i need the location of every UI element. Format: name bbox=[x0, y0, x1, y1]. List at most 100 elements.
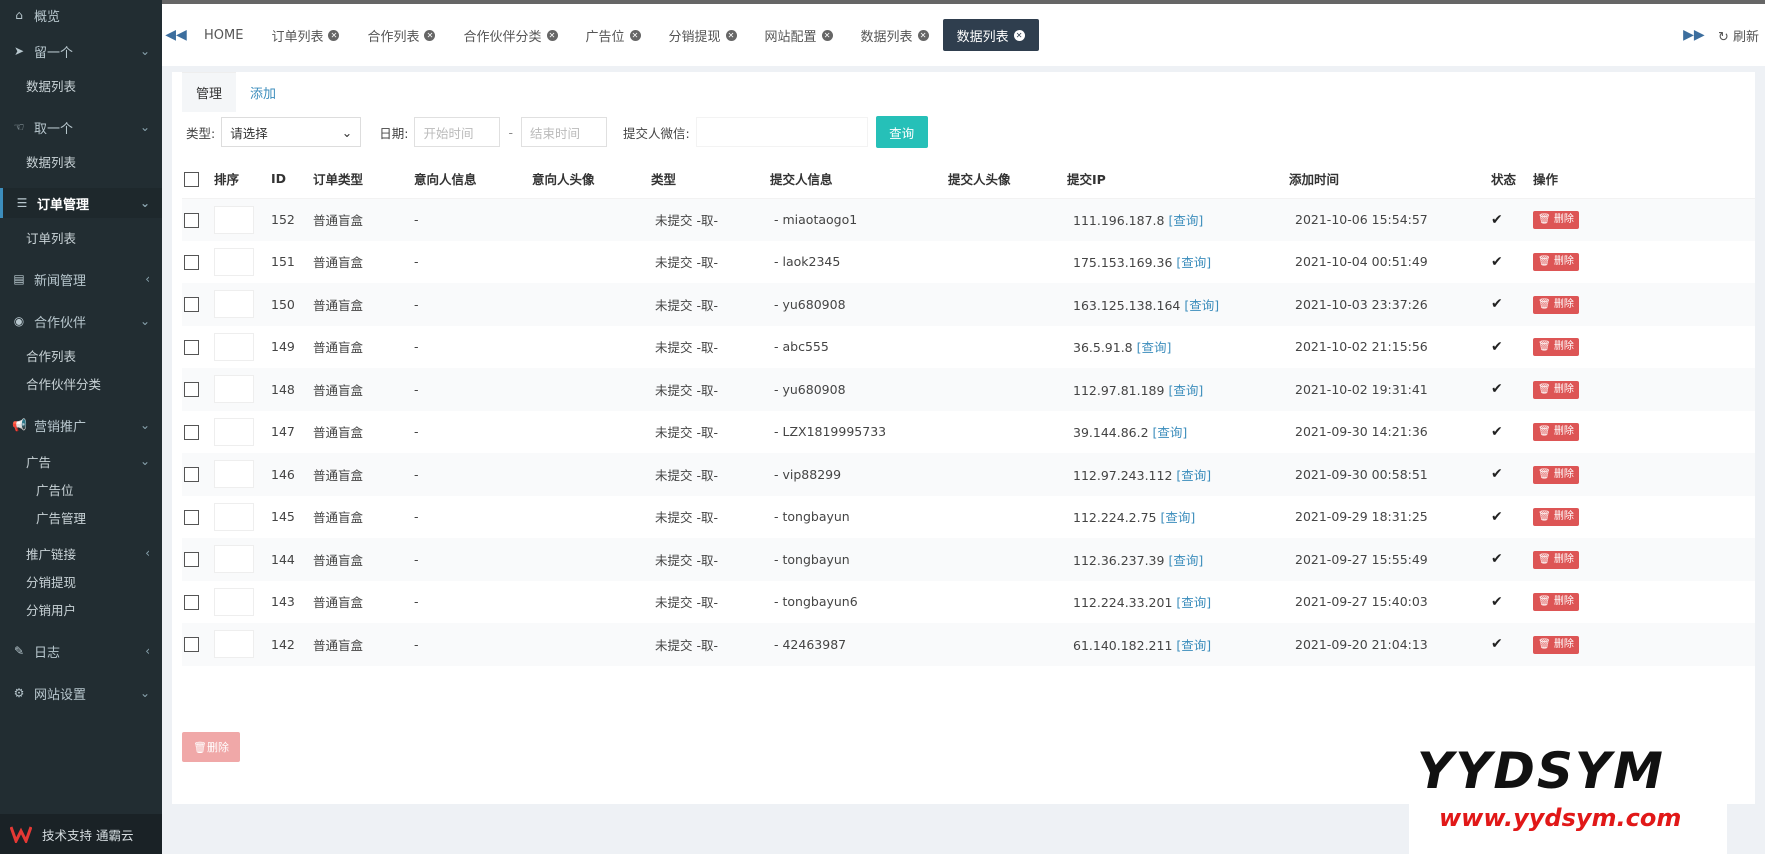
tab-0[interactable]: HOME bbox=[190, 19, 257, 51]
type-select[interactable]: 请选择 ⌄ bbox=[221, 117, 362, 147]
close-icon[interactable]: ✕ bbox=[546, 29, 558, 41]
ip-query-link[interactable]: [查询] bbox=[1176, 255, 1211, 270]
sidebar-item-4[interactable]: 数据列表 bbox=[0, 146, 162, 176]
row-delete-button[interactable]: 🗑 删除 bbox=[1533, 550, 1579, 569]
sidebar-item-6[interactable]: 订单列表 bbox=[0, 222, 162, 252]
sidebar-item-16[interactable]: 分销提现 bbox=[0, 566, 162, 596]
row-checkbox[interactable] bbox=[184, 509, 199, 525]
tabs-forward-icon[interactable]: ▶▶ bbox=[1676, 27, 1712, 43]
sidebar-item-15[interactable]: 推广链接 ‹ bbox=[0, 538, 162, 568]
refresh-icon: ↻ bbox=[1717, 29, 1729, 45]
sidebar-item-2[interactable]: 数据列表 bbox=[0, 70, 162, 100]
row-checkbox[interactable] bbox=[184, 424, 199, 440]
sidebar-item-10[interactable]: 合作伙伴分类 bbox=[0, 368, 162, 398]
ip-query-link[interactable]: [查询] bbox=[1176, 595, 1211, 610]
row-delete-button[interactable]: 🗑 删除 bbox=[1533, 635, 1579, 654]
row-delete-button[interactable]: 🗑 删除 bbox=[1533, 593, 1579, 612]
refresh-button[interactable]: ↻ 刷新 bbox=[1712, 26, 1765, 45]
sidebar-item-14[interactable]: 广告管理 bbox=[0, 502, 162, 532]
row-checkbox[interactable] bbox=[184, 637, 199, 653]
sidebar-item-7[interactable]: ▤ 新闻管理 ‹ bbox=[0, 264, 162, 294]
sidebar-item-18[interactable]: ✎ 日志 ‹ bbox=[0, 636, 162, 666]
sort-input[interactable] bbox=[214, 502, 254, 531]
header-submitter-avatar: 提交人头像 bbox=[948, 160, 1067, 199]
row-delete-button[interactable]: 🗑 删除 bbox=[1533, 211, 1579, 229]
close-icon[interactable]: ✕ bbox=[328, 29, 340, 41]
row-checkbox[interactable] bbox=[184, 382, 199, 398]
tab-1[interactable]: 订单列表 ✕ bbox=[257, 19, 353, 51]
row-checkbox[interactable] bbox=[184, 594, 199, 610]
tab-add[interactable]: 添加 bbox=[236, 72, 290, 112]
close-icon[interactable]: ✕ bbox=[424, 29, 436, 41]
close-icon[interactable]: ✕ bbox=[1013, 29, 1025, 41]
close-icon[interactable]: ✕ bbox=[917, 29, 929, 41]
start-date-input[interactable]: 开始时间 bbox=[414, 117, 501, 147]
sort-input[interactable] bbox=[214, 630, 254, 659]
row-delete-button[interactable]: 🗑 删除 bbox=[1533, 295, 1579, 314]
row-checkbox[interactable] bbox=[184, 552, 199, 568]
sort-input[interactable] bbox=[214, 587, 254, 616]
sidebar-item-3[interactable]: ☜ 取一个 ⌄ bbox=[0, 112, 162, 142]
close-icon[interactable]: ✕ bbox=[821, 29, 833, 41]
bulk-delete-button[interactable]: 🗑 删除 bbox=[182, 732, 240, 762]
ip-query-link[interactable]: [查询] bbox=[1176, 638, 1211, 653]
wechat-input[interactable] bbox=[695, 117, 868, 147]
select-all-checkbox[interactable] bbox=[184, 171, 199, 187]
row-checkbox[interactable] bbox=[184, 254, 199, 270]
sort-input[interactable] bbox=[214, 460, 254, 489]
ip-query-link[interactable]: [查询] bbox=[1184, 298, 1219, 313]
hand-icon: ☜ bbox=[13, 120, 25, 134]
row-delete-button[interactable]: 🗑 删除 bbox=[1533, 380, 1579, 399]
tab-7[interactable]: 数据列表 ✕ bbox=[847, 19, 943, 51]
tab-8[interactable]: 数据列表 ✕ bbox=[942, 19, 1039, 51]
tab-5[interactable]: 分销提现 ✕ bbox=[655, 19, 751, 51]
sort-input[interactable] bbox=[214, 290, 254, 319]
ip-query-link[interactable]: [查询] bbox=[1176, 468, 1211, 483]
cell-time: 2021-10-06 15:54:57 bbox=[1289, 198, 1491, 241]
tabs-back-icon[interactable]: ◀◀ bbox=[162, 27, 190, 43]
ip-query-link[interactable]: [查询] bbox=[1160, 510, 1195, 525]
sidebar-item-11[interactable]: 📢 营销推广 ⌄ bbox=[0, 410, 162, 440]
row-delete-button[interactable]: 🗑 删除 bbox=[1533, 465, 1579, 484]
tab-3[interactable]: 合作伙伴分类 ✕ bbox=[449, 19, 571, 51]
sidebar: ⌂ 概览 ➤ 留一个 ⌄ 数据列表 ☜ 取一个 ⌄ 数据列表 ☰ 订单管理 ⌄ 订单列表 ▤ 新闻管理 ‹ ◉ 合作… bbox=[0, 0, 162, 854]
sidebar-item-5[interactable]: ☰ 订单管理 ⌄ bbox=[0, 188, 162, 218]
row-delete-button[interactable]: 🗑 删除 bbox=[1533, 423, 1579, 442]
sidebar-item-12[interactable]: 广告 ⌄ bbox=[0, 446, 162, 476]
tab-manage[interactable]: 管理 bbox=[182, 72, 237, 112]
ip-query-link[interactable]: [查询] bbox=[1153, 425, 1188, 440]
sidebar-item-17[interactable]: 分销用户 bbox=[0, 594, 162, 624]
row-checkbox[interactable] bbox=[184, 297, 199, 313]
sidebar-item-1[interactable]: ➤ 留一个 ⌄ bbox=[0, 36, 162, 66]
sidebar-item-13[interactable]: 广告位 bbox=[0, 474, 162, 504]
ip-query-link[interactable]: [查询] bbox=[1168, 383, 1203, 398]
sort-input[interactable] bbox=[214, 375, 254, 404]
sidebar-item-0[interactable]: ⌂ 概览 bbox=[0, 0, 162, 30]
list-icon: ☰ bbox=[16, 196, 28, 210]
sort-input[interactable] bbox=[214, 247, 254, 276]
close-icon[interactable]: ✕ bbox=[629, 29, 641, 41]
ip-query-link[interactable]: [查询] bbox=[1137, 340, 1172, 355]
row-delete-button[interactable]: 🗑 删除 bbox=[1533, 508, 1579, 527]
row-checkbox[interactable] bbox=[184, 212, 199, 228]
tab-2[interactable]: 合作列表 ✕ bbox=[353, 19, 449, 51]
tab-6[interactable]: 网站配置 ✕ bbox=[751, 19, 847, 51]
end-date-input[interactable]: 结束时间 bbox=[520, 117, 607, 147]
row-checkbox[interactable] bbox=[184, 339, 199, 355]
sort-input[interactable] bbox=[214, 545, 254, 574]
row-delete-button[interactable]: 🗑 删除 bbox=[1533, 253, 1579, 272]
sort-input[interactable] bbox=[214, 205, 254, 234]
tab-4[interactable]: 广告位 ✕ bbox=[572, 19, 655, 51]
row-delete-button[interactable]: 🗑 删除 bbox=[1533, 338, 1579, 357]
close-icon[interactable]: ✕ bbox=[725, 29, 737, 41]
sidebar-item-9[interactable]: 合作列表 bbox=[0, 340, 162, 370]
query-button[interactable]: 查询 bbox=[875, 116, 928, 148]
sidebar-item-8[interactable]: ◉ 合作伙伴 ⌄ bbox=[0, 306, 162, 336]
table-row: 146 普通盲盒 - 未提交 -取- - vip88299 112.97.243.112 … bbox=[182, 453, 1755, 496]
sidebar-item-19[interactable]: ⚙ 网站设置 ⌄ bbox=[0, 678, 162, 708]
sort-input[interactable] bbox=[214, 332, 254, 361]
ip-query-link[interactable]: [查询] bbox=[1168, 553, 1203, 568]
sort-input[interactable] bbox=[214, 417, 254, 446]
ip-query-link[interactable]: [查询] bbox=[1168, 213, 1203, 228]
row-checkbox[interactable] bbox=[184, 467, 199, 483]
